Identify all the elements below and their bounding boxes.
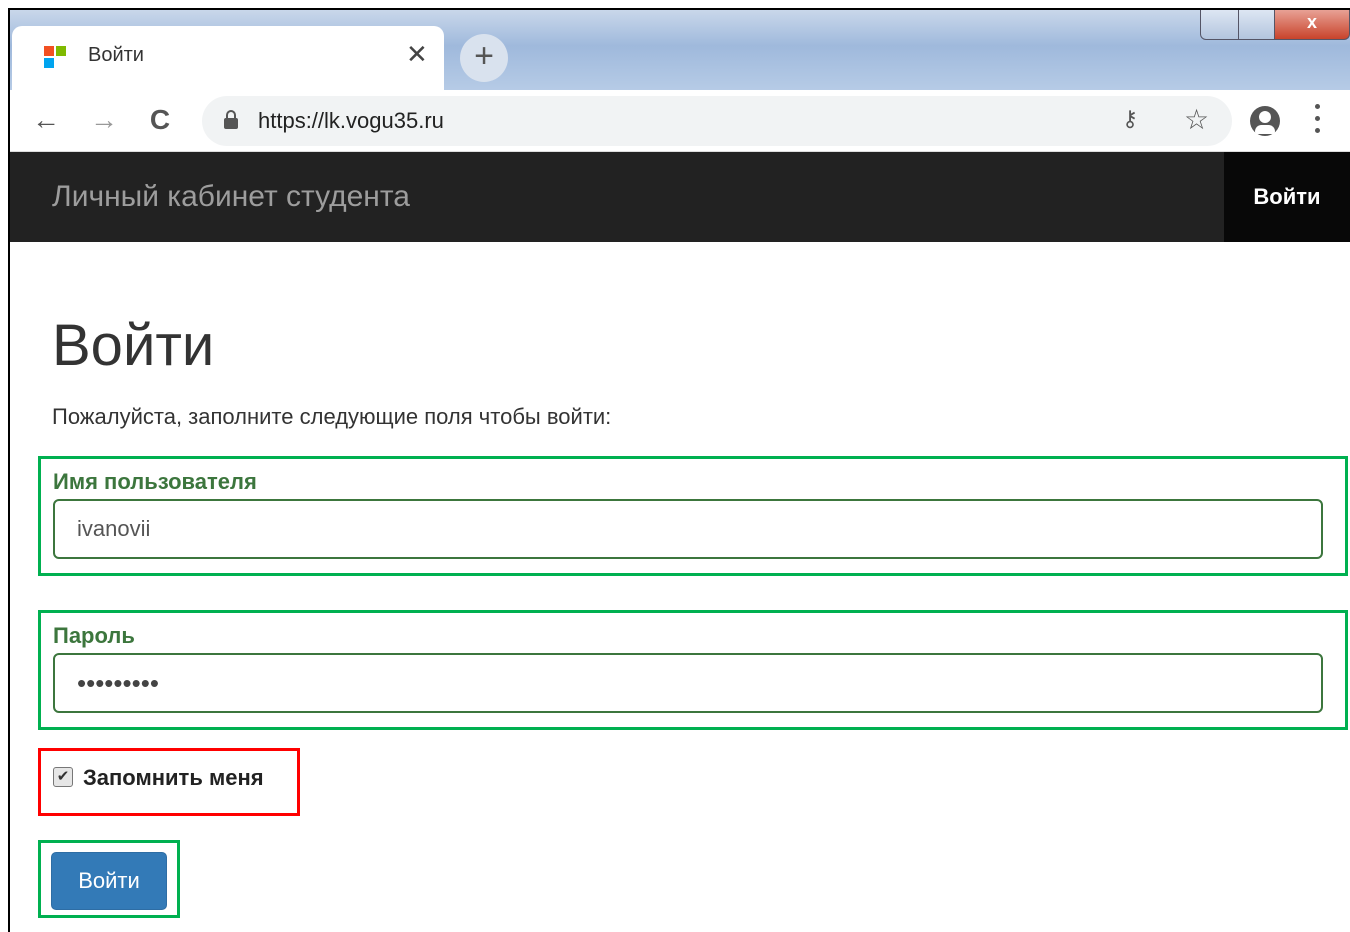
site-favicon-icon (44, 46, 68, 70)
lock-icon[interactable] (224, 110, 238, 130)
remember-checkbox[interactable]: ✔ (53, 767, 73, 787)
close-window-button[interactable]: x (1274, 10, 1350, 40)
username-highlight: Имя пользователя ivanovii (38, 456, 1348, 576)
remember-highlight: ✔ Запомнить меня (38, 748, 300, 816)
page-title: Войти (52, 313, 215, 378)
tab-strip: Войти ✕ + x (10, 10, 1350, 90)
reload-icon[interactable]: C (142, 102, 178, 138)
new-tab-button[interactable]: + (460, 34, 508, 82)
password-input[interactable]: ••••••••• (53, 653, 1323, 713)
key-icon[interactable]: ⚷ (1122, 106, 1138, 132)
tab-close-icon[interactable]: ✕ (406, 40, 428, 68)
site-brand[interactable]: Личный кабинет студента (52, 180, 410, 214)
site-navbar: Личный кабинет студента Войти (10, 152, 1350, 242)
browser-tab[interactable]: Войти ✕ (12, 26, 444, 90)
minimize-window-button[interactable] (1200, 10, 1240, 40)
back-icon[interactable]: ← (28, 102, 64, 138)
username-label: Имя пользователя (53, 469, 257, 494)
menu-icon[interactable] (1314, 104, 1322, 134)
login-submit-button[interactable]: Войти (51, 852, 167, 910)
browser-toolbar: ← → C https://lk.vogu35.ru ⚷ ☆ (10, 90, 1350, 152)
username-input[interactable]: ivanovii (53, 499, 1323, 559)
account-icon[interactable] (1250, 106, 1280, 136)
password-highlight: Пароль ••••••••• (38, 610, 1348, 730)
tab-title: Войти (88, 44, 144, 66)
submit-highlight: Войти (38, 840, 180, 918)
star-icon[interactable]: ☆ (1184, 104, 1209, 136)
intro-text: Пожалуйста, заполните следующие поля что… (52, 404, 612, 429)
browser-window: Войти ✕ + x ← → C https://lk.vogu35.ru ⚷… (8, 8, 1350, 932)
remember-label[interactable]: Запомнить меня (83, 765, 264, 791)
maximize-window-button[interactable] (1238, 10, 1276, 40)
address-bar[interactable]: https://lk.vogu35.ru ⚷ ☆ (202, 96, 1232, 146)
nav-login-link[interactable]: Войти (1224, 152, 1350, 242)
url-text[interactable]: https://lk.vogu35.ru (258, 108, 444, 134)
password-label: Пароль (53, 623, 135, 648)
forward-icon[interactable]: → (86, 102, 122, 138)
